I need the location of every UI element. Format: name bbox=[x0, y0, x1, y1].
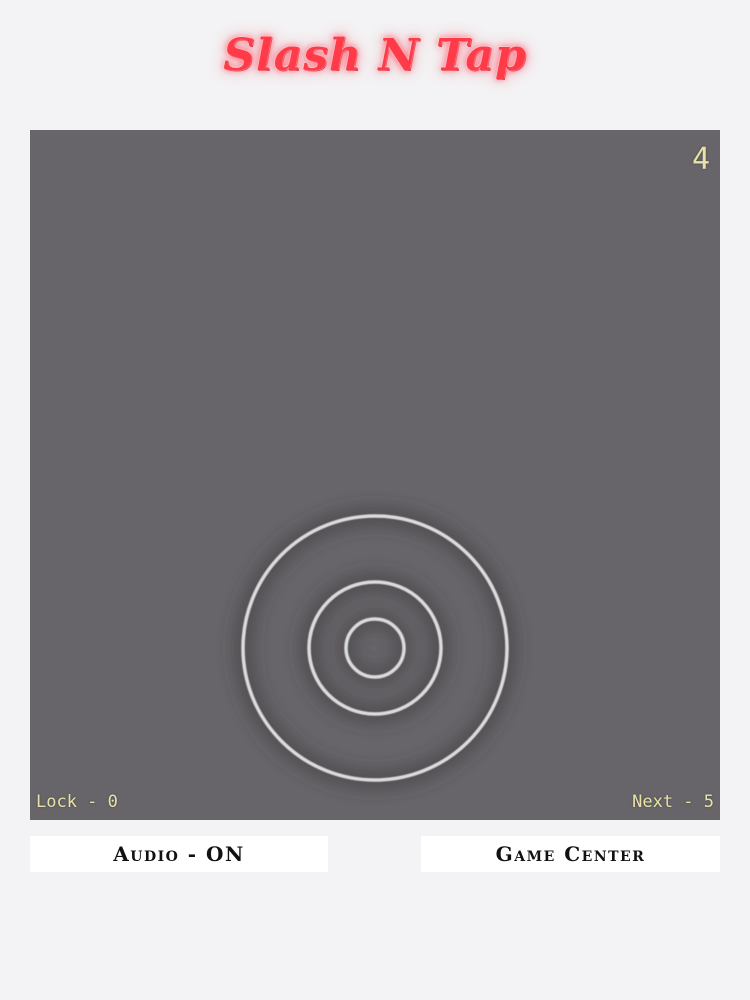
next-counter: Next - 5 bbox=[632, 792, 714, 812]
target-rings[interactable] bbox=[30, 130, 720, 820]
game-screen: Slash N Tap 4 Lock - 0 Next - 5 Audio - … bbox=[0, 0, 750, 1000]
middle-ring[interactable] bbox=[307, 580, 443, 716]
game-board[interactable]: 4 Lock - 0 Next - 5 bbox=[30, 130, 720, 820]
inner-ring[interactable] bbox=[344, 617, 406, 679]
lock-counter: Lock - 0 bbox=[36, 792, 118, 812]
audio-toggle-button[interactable]: Audio - ON bbox=[30, 836, 328, 872]
game-center-button[interactable]: Game Center bbox=[421, 836, 720, 872]
game-title: Slash N Tap bbox=[223, 30, 527, 81]
level-counter: 4 bbox=[691, 142, 710, 177]
outer-ring[interactable] bbox=[241, 514, 509, 782]
